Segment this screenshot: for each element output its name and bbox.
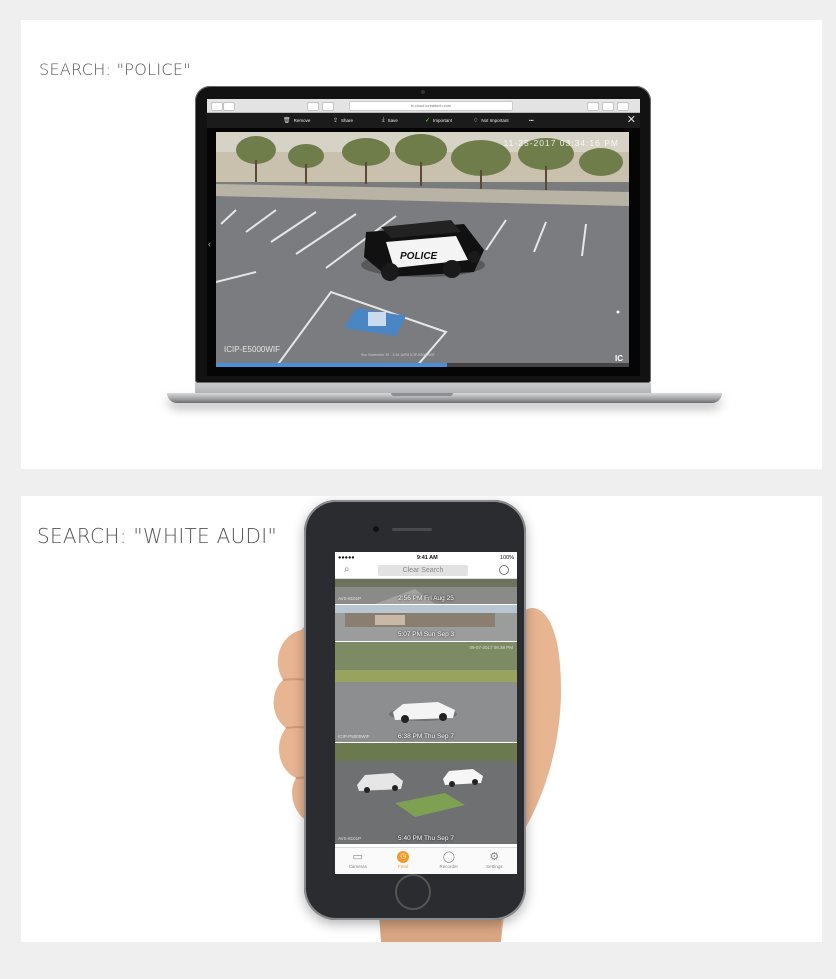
search-row: ⌕ Clear Search xyxy=(335,563,517,579)
shield-icon[interactable] xyxy=(322,102,334,111)
important-label: Important xyxy=(433,118,453,123)
clear-search-button[interactable]: Clear Search xyxy=(378,565,468,576)
brand-logo: IC xyxy=(615,354,623,363)
not-important-label: Not Important xyxy=(481,118,509,123)
clip-timestamp: 09-07-2017 06:38 PM xyxy=(469,645,513,650)
thumbs-up-icon: ✓ xyxy=(425,118,431,124)
clip-thumbnail[interactable]: AVS-8101P 5:40 PM Thu Sep 7 xyxy=(335,743,517,844)
clip-thumbnail[interactable]: 09-07-2017 06:38 PM ICIP-P5000WIF 6:38 P… xyxy=(335,642,517,742)
video-progress-bar[interactable] xyxy=(216,363,629,367)
laptop-screen: ic.cloud.icrealtech.com 🗑 Remove ⇪ Share… xyxy=(207,99,640,376)
thumbs-down-icon: ♢ xyxy=(473,118,479,124)
tab-settings[interactable]: ⚙ Settings xyxy=(472,848,518,874)
earpiece xyxy=(392,528,432,531)
panel-white-audi-search: SEARCH: "WHITE AUDI" ●●●●● 9:41 AM 100% … xyxy=(21,496,822,942)
status-bar: ●●●●● 9:41 AM 100% xyxy=(335,552,517,563)
tab-bar: ▭ Cameras ◷ Feed ◯ Recorder ⚙ Settings xyxy=(335,847,517,874)
close-icon[interactable]: ✕ xyxy=(627,114,636,127)
phone-screen: ●●●●● 9:41 AM 100% ⌕ Clear Search AVS-81… xyxy=(335,552,517,874)
download-icon: ⤓ xyxy=(382,117,385,123)
vehicle-text: POLICE xyxy=(400,251,438,262)
clip-thumbnail[interactable]: AVS-8101P 2:56 PM Fri Aug 25 xyxy=(335,579,517,604)
clip-thumbnail[interactable]: 5:07 PM Sun Sep 3 xyxy=(335,605,517,641)
new-tab-button[interactable] xyxy=(617,102,629,111)
sidebar-button[interactable] xyxy=(307,102,319,111)
video-player[interactable]: POLICE 11-25-2017 03:34:16 PM ICIP-E5000… xyxy=(216,132,629,367)
share-button[interactable] xyxy=(587,102,599,111)
history-icon[interactable] xyxy=(499,565,509,575)
clip-sublabel: Sun November 26 - 3:34:16PM ICIP-E5000WI… xyxy=(361,353,435,357)
back-button[interactable] xyxy=(211,102,223,111)
clip-caption: 6:38 PM Thu Sep 7 xyxy=(398,733,454,740)
clip-toolbar: 🗑 Remove ⇪ Share ⤓ Save ✓ Important ♢ No… xyxy=(207,113,640,128)
clip-caption: 2:56 PM Fri Aug 25 xyxy=(398,595,454,602)
clock-icon: ◷ xyxy=(397,851,410,863)
more-button[interactable]: ••• xyxy=(529,113,534,128)
laptop-hinge xyxy=(195,383,651,393)
tabs-button[interactable] xyxy=(602,102,614,111)
previous-arrow-icon[interactable]: ‹ xyxy=(208,239,211,249)
not-important-button[interactable]: ♢ Not Important xyxy=(473,113,509,128)
status-time: 9:41 AM xyxy=(416,554,438,561)
save-label: Save xyxy=(387,118,398,123)
parking-lot-scene: POLICE xyxy=(216,132,629,367)
home-button[interactable] xyxy=(395,874,431,910)
share-action-button[interactable]: ⇪ Share xyxy=(333,113,353,128)
camera-icon: ▭ xyxy=(352,851,363,863)
tab-label: Settings xyxy=(486,864,503,869)
tab-label: Cameras xyxy=(348,864,367,869)
trash-icon: 🗑 xyxy=(283,118,291,124)
tab-label: Recorder xyxy=(439,864,458,869)
clip-feed[interactable]: AVS-8101P 2:56 PM Fri Aug 25 5:07 PM Sun… xyxy=(335,579,517,845)
important-button[interactable]: ✓ Important xyxy=(425,113,452,128)
video-progress-fill xyxy=(216,363,448,367)
camera-label: ICIP-E5000WIF xyxy=(224,345,281,354)
search-icon[interactable]: ⌕ xyxy=(344,564,350,575)
tab-recorder[interactable]: ◯ Recorder xyxy=(426,848,472,874)
gear-icon: ⚙ xyxy=(489,851,500,863)
clip-caption: 5:07 PM Sun Sep 3 xyxy=(397,631,455,638)
search-heading: SEARCH: "POLICE" xyxy=(39,60,191,79)
more-icon: ••• xyxy=(529,118,534,123)
remove-label: Remove xyxy=(293,118,311,123)
tab-cameras[interactable]: ▭ Cameras xyxy=(335,848,381,874)
record-icon: ◯ xyxy=(442,851,456,863)
save-button[interactable]: ⤓ Save xyxy=(382,113,398,128)
signal-indicator: ●●●●● xyxy=(338,554,355,561)
laptop-camera xyxy=(421,90,425,94)
front-camera xyxy=(373,526,379,532)
smartphone: ●●●●● 9:41 AM 100% ⌕ Clear Search AVS-81… xyxy=(304,500,526,920)
share-icon: ⇪ xyxy=(333,118,339,124)
panel-police-search: SEARCH: "POLICE" ic.cloud.icrealtech.com… xyxy=(21,20,822,469)
clip-caption: 5:40 PM Thu Sep 7 xyxy=(398,835,454,842)
tab-feed[interactable]: ◷ Feed xyxy=(381,848,427,874)
laptop: ic.cloud.icrealtech.com 🗑 Remove ⇪ Share… xyxy=(195,86,651,383)
address-bar[interactable]: ic.cloud.icrealtech.com xyxy=(349,101,513,111)
video-timestamp: 11-25-2017 03:34:16 PM xyxy=(503,138,619,148)
browser-chrome: ic.cloud.icrealtech.com xyxy=(207,99,640,113)
remove-button[interactable]: 🗑 Remove xyxy=(283,113,310,128)
forward-button[interactable] xyxy=(223,102,235,111)
laptop-notch xyxy=(391,393,453,396)
tab-label: Feed xyxy=(398,864,409,869)
share-label: Share xyxy=(341,118,354,123)
search-heading: SEARCH: "WHITE AUDI" xyxy=(37,524,277,548)
battery-indicator: 100% xyxy=(499,554,514,561)
